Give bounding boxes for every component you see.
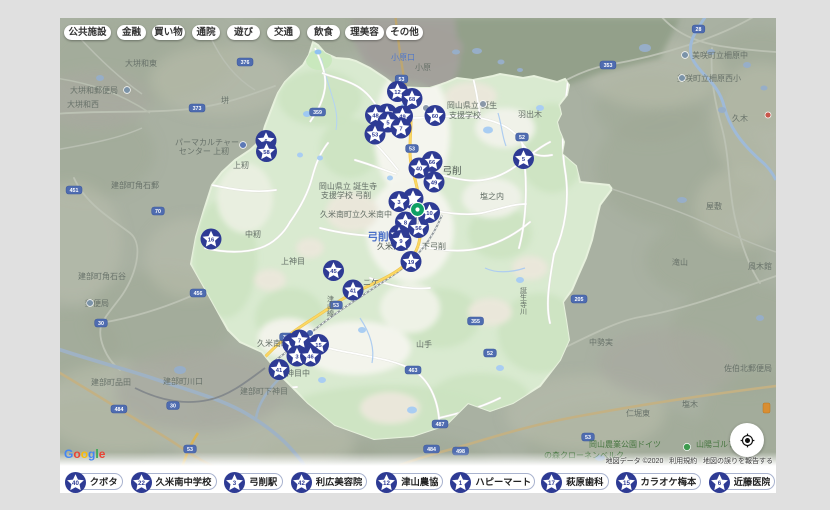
svg-text:10: 10 <box>426 211 432 217</box>
svg-text:376: 376 <box>241 60 250 66</box>
svg-text:12: 12 <box>394 90 400 96</box>
svg-text:46: 46 <box>307 355 314 361</box>
svg-text:山手: 山手 <box>416 339 432 349</box>
svg-text:70: 70 <box>155 209 161 215</box>
svg-text:建部町角石郵: 建部町角石郵 <box>111 180 159 190</box>
svg-text:353: 353 <box>604 63 613 69</box>
svg-text:仁堀東: 仁堀東 <box>626 408 650 418</box>
svg-text:456: 456 <box>194 291 203 297</box>
svg-text:49: 49 <box>431 181 438 187</box>
svg-text:53: 53 <box>409 147 415 153</box>
svg-text:3: 3 <box>232 480 236 487</box>
svg-text:355: 355 <box>471 319 480 325</box>
svg-text:7: 7 <box>399 127 402 133</box>
svg-text:岡山県立 誕生: 岡山県立 誕生 <box>447 100 497 110</box>
svg-text:12: 12 <box>383 480 390 487</box>
svg-text:羽出木: 羽出木 <box>518 109 542 119</box>
svg-text:52: 52 <box>487 351 493 357</box>
svg-text:40: 40 <box>72 480 79 487</box>
svg-text:45: 45 <box>330 269 337 275</box>
svg-text:53: 53 <box>333 303 339 309</box>
svg-text:佐伯北郵便局: 佐伯北郵便局 <box>724 363 772 373</box>
svg-text:373: 373 <box>193 106 202 112</box>
svg-text:56: 56 <box>415 226 422 232</box>
svg-text:小原口: 小原口 <box>391 53 415 62</box>
svg-text:塩木: 塩木 <box>682 399 698 409</box>
svg-text:建部町角石谷: 建部町角石谷 <box>78 271 126 281</box>
svg-text:塩之内: 塩之内 <box>480 191 504 201</box>
svg-text:弓削: 弓削 <box>442 165 461 177</box>
svg-text:小原: 小原 <box>415 63 431 72</box>
svg-text:30: 30 <box>170 404 176 410</box>
svg-text:パーマカルチャー: パーマカルチャー <box>175 138 239 147</box>
svg-text:463: 463 <box>409 368 418 374</box>
svg-text:風木館: 風木館 <box>748 261 772 271</box>
svg-text:屋敷: 屋敷 <box>706 201 722 211</box>
svg-text:岡山県立 誕生寺: 岡山県立 誕生寺 <box>319 181 377 191</box>
svg-text:22: 22 <box>138 480 145 487</box>
svg-text:30: 30 <box>98 321 104 327</box>
svg-text:484: 484 <box>115 407 124 413</box>
svg-text:451: 451 <box>70 188 79 194</box>
svg-text:建部町下神目: 建部町下神目 <box>240 386 288 396</box>
svg-text:66: 66 <box>429 160 436 166</box>
svg-text:大垪和西: 大垪和西 <box>67 99 99 109</box>
svg-text:7: 7 <box>298 339 301 345</box>
svg-text:久木: 久木 <box>732 113 748 123</box>
svg-text:誕生寺川: 誕生寺川 <box>520 286 528 315</box>
svg-text:42: 42 <box>298 480 305 487</box>
svg-text:センター 上籾: センター 上籾 <box>179 146 229 156</box>
svg-text:弓削: 弓削 <box>368 230 389 243</box>
svg-text:久米南町立久米南中: 久米南町立久米南中 <box>320 209 392 219</box>
svg-text:垪: 垪 <box>221 95 229 105</box>
svg-text:16: 16 <box>208 238 215 244</box>
svg-text:下弓削: 下弓削 <box>422 241 446 251</box>
svg-text:41: 41 <box>350 289 357 295</box>
svg-text:美咲町立柵原西小: 美咲町立柵原西小 <box>677 73 741 83</box>
svg-text:神目中: 神目中 <box>286 368 310 378</box>
svg-text:17: 17 <box>548 480 555 487</box>
svg-text:58: 58 <box>263 150 270 156</box>
svg-text:津山線: 津山線 <box>327 296 335 317</box>
svg-text:岡山農業公園ドイツ: 岡山農業公園ドイツ <box>589 439 661 449</box>
svg-text:60: 60 <box>432 114 438 120</box>
svg-text:上籾: 上籾 <box>233 160 249 170</box>
svg-text:ニケ: ニケ <box>363 278 379 287</box>
svg-text:建部町品田: 建部町品田 <box>91 377 131 387</box>
svg-text:美咲町立柵原中: 美咲町立柵原中 <box>692 50 748 60</box>
svg-text:19: 19 <box>408 260 415 266</box>
svg-text:大垪和東: 大垪和東 <box>125 58 157 68</box>
svg-text:建部町川口: 建部町川口 <box>163 376 203 386</box>
svg-text:中勢実: 中勢実 <box>589 337 613 347</box>
svg-text:487: 487 <box>436 422 445 428</box>
svg-text:支援学校: 支援学校 <box>449 110 481 120</box>
svg-text:359: 359 <box>313 110 322 116</box>
svg-text:大垪和郵便局: 大垪和郵便局 <box>70 85 118 95</box>
svg-text:上神目: 上神目 <box>281 256 305 266</box>
svg-text:6: 6 <box>717 480 721 487</box>
svg-text:28: 28 <box>696 27 702 33</box>
svg-text:支援学校 弓削: 支援学校 弓削 <box>321 190 371 200</box>
svg-text:15: 15 <box>623 480 630 487</box>
svg-text:41: 41 <box>276 368 283 374</box>
svg-text:中籾: 中籾 <box>245 229 261 239</box>
svg-text:滝山: 滝山 <box>672 257 688 267</box>
svg-text:52: 52 <box>519 135 525 141</box>
svg-text:205: 205 <box>575 297 584 303</box>
svg-text:1: 1 <box>459 480 463 487</box>
svg-text:40: 40 <box>416 167 422 173</box>
svg-text:53: 53 <box>372 133 379 139</box>
svg-text:68: 68 <box>409 97 416 103</box>
